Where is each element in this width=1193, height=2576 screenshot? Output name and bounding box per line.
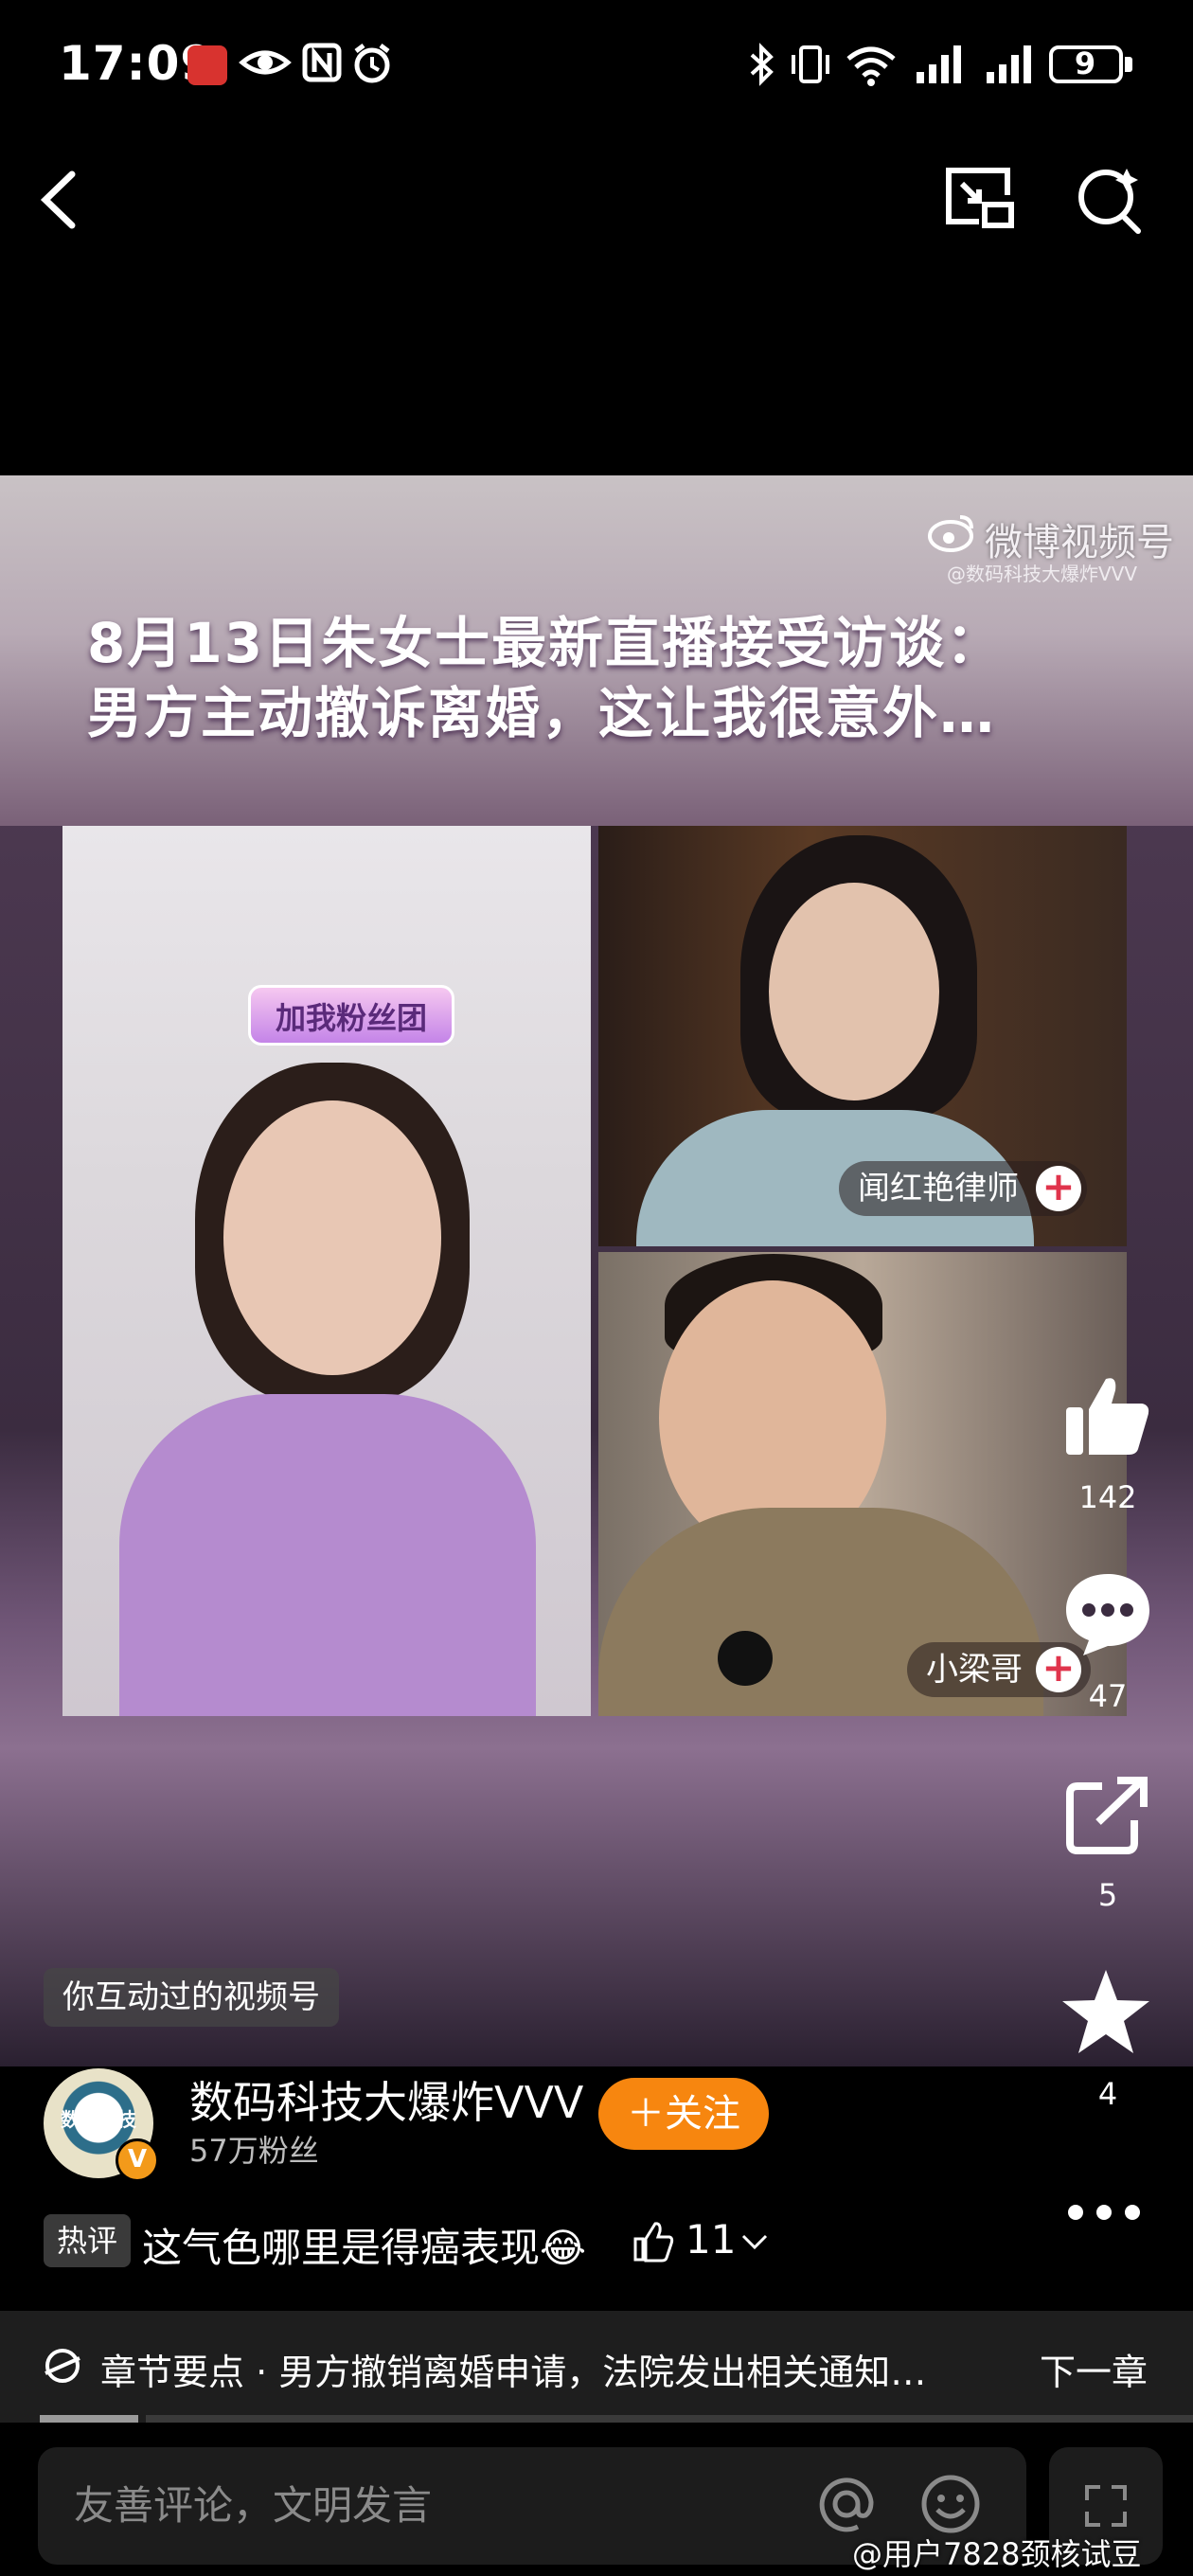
chevron-down-icon[interactable] [740,2233,769,2252]
author-name[interactable]: 数码科技大爆炸VVV [189,2068,583,2131]
nfc-icon [302,43,342,82]
battery-level: 9 [1074,45,1096,81]
more-icon[interactable] [1066,2201,1142,2224]
comment-count: 47 [1088,1678,1128,1714]
hot-comment-tag: 热评 [44,2214,131,2267]
author-fans-count: 57万粉丝 [189,2133,319,2169]
verified-badge: V [116,2138,159,2182]
favorite-star-icon[interactable] [1059,1966,1153,2057]
chapter-text[interactable]: 章节要点 · 男方撤销离婚申请，法院发出相关通知… [100,2343,926,2395]
comment-like-icon[interactable] [632,2220,674,2263]
bluetooth-icon [750,43,774,86]
video-panel-host [62,826,591,1716]
emoji-icon[interactable] [918,2472,983,2536]
signal-icon-2 [987,45,1031,83]
signal-icon [917,45,961,83]
interacted-channel-tag: 你互动过的视频号 [44,1968,339,2027]
share-count: 5 [1097,1877,1118,1913]
comment-icon[interactable] [1060,1568,1155,1659]
app-notification-icon [187,45,227,85]
host-shirt [119,1394,536,1716]
avatar-text: 数码科技 [61,2108,136,2131]
hot-comment-likes: 11 [686,2216,737,2263]
next-chapter-button[interactable]: 下一章 [1040,2343,1148,2395]
follow-button[interactable]: ＋关注 [598,2078,769,2150]
fans-club-badge[interactable]: 加我粉丝团 [248,985,454,1046]
video-title-line-2: 男方主动撤诉离婚，这让我很意外… [87,681,997,745]
alarm-icon [354,44,390,83]
chapter-progress[interactable] [40,2415,1193,2423]
mention-icon[interactable] [816,2474,877,2534]
bottom-watermark: @用户7828颈核试豆 [852,2536,1142,2572]
chapter-icon [45,2349,80,2383]
vibrate-icon [792,45,829,83]
host-face [223,1100,441,1375]
like-icon[interactable] [1062,1371,1153,1458]
status-bar: 17:09 9 [0,0,1193,133]
video-title-line-1: 8月13日朱女士最新直播接受访谈： [87,611,1004,675]
chevron-left-icon[interactable] [36,167,83,233]
battery-tip [1125,57,1132,72]
search-icon[interactable] [1072,163,1148,239]
guest1-face [769,883,939,1100]
weibo-logo-icon [928,515,973,552]
follow-guest1-button[interactable]: + [1036,1166,1081,1211]
wifi-icon [846,46,896,86]
picture-in-picture-icon[interactable] [941,163,1017,235]
hot-comment-text[interactable]: 这气色哪里是得癌表现😂 [142,2216,586,2274]
favorite-count: 4 [1097,2076,1118,2112]
video-watermark-sub: @数码科技大爆炸VVV [947,563,1138,585]
like-count: 142 [1078,1479,1137,1515]
microphone-icon [718,1631,773,1686]
eye-icon [239,50,292,75]
expand-icon [1085,2485,1127,2527]
share-icon[interactable] [1064,1775,1151,1856]
